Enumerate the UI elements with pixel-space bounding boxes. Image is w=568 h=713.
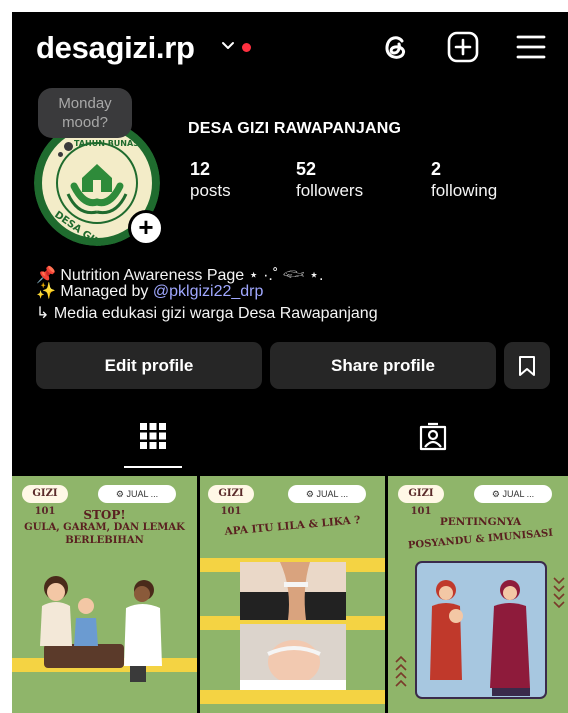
- profile-tabs: [12, 412, 568, 470]
- tagged-icon[interactable]: [417, 420, 449, 452]
- post-title: STOP!: [83, 508, 126, 522]
- bookmark-icon: [519, 356, 535, 376]
- post-logo-chip: ⚙ JUAL ...: [288, 485, 366, 503]
- post-title-2: GULA, GARAM, DAN LEMAK: [24, 522, 185, 533]
- username-switcher[interactable]: desagizi.rp: [36, 30, 195, 66]
- posts-count[interactable]: 12 posts: [190, 158, 231, 202]
- post-tile[interactable]: GIZI 101 ⚙ JUAL ... PENTINGNYA POSYANDU …: [388, 476, 568, 713]
- posts-value: 12: [190, 159, 211, 179]
- post-tag: GIZI 101: [22, 485, 68, 517]
- threads-icon[interactable]: [378, 30, 412, 64]
- post-tag: GIZI 101: [398, 485, 444, 517]
- edit-profile-button[interactable]: Edit profile: [36, 342, 262, 389]
- post-logo-chip: ⚙ JUAL ...: [474, 485, 552, 503]
- note-line-1: Monday: [58, 95, 112, 112]
- notification-dot: [242, 43, 251, 52]
- chevron-down-icon[interactable]: [220, 38, 236, 54]
- post-logo-chip: ⚙ JUAL ...: [98, 485, 176, 503]
- note-bubble-tail-small: [58, 152, 63, 157]
- post-tile[interactable]: GIZI 101 ⚙ JUAL ... APA ITU LILA & LIKA …: [200, 476, 385, 713]
- active-tab-indicator: [124, 466, 182, 468]
- followers-count[interactable]: 52 followers: [296, 158, 363, 202]
- bio-line-2: ✨ Managed by @pklgizi22_drp: [36, 281, 263, 301]
- posts-label: posts: [190, 181, 231, 200]
- bio-line-3: ↳ Media edukasi gizi warga Desa Rawapanj…: [36, 305, 378, 322]
- posyandu-illustration: [415, 561, 547, 699]
- display-name: DESA GIZI RAWAPANJANG: [188, 120, 402, 137]
- top-bar: desagizi.rp: [12, 12, 568, 84]
- following-count[interactable]: 2 following: [431, 158, 497, 202]
- note-bubble-tail: [64, 142, 73, 151]
- followers-value: 52: [296, 159, 317, 179]
- arm-measurement-photo: [240, 562, 346, 620]
- bio-managed-by: ✨ Managed by: [36, 283, 153, 300]
- post-title: PENTINGNYA: [439, 516, 522, 528]
- svg-text:TAHUN BUNAS: TAHUN BUNAS: [74, 139, 139, 148]
- profile-screen: desagizi.rp DESA GIZI RAWA TAHUN BUN: [12, 12, 568, 713]
- post-tag: GIZI 101: [208, 485, 254, 517]
- baby-head-measurement-photo: [240, 624, 346, 690]
- chevrons-down-decoration: [553, 577, 565, 609]
- add-story-button[interactable]: +: [128, 210, 164, 246]
- yellow-stripe: [200, 690, 385, 704]
- followers-label: followers: [296, 181, 364, 200]
- grid-icon[interactable]: [137, 420, 169, 452]
- post-title-2: POSYANDU & IMUNISASI: [407, 527, 554, 552]
- post-title-3: BERLEBIHAN: [65, 535, 144, 546]
- create-post-icon[interactable]: [446, 30, 480, 64]
- following-label: following: [431, 181, 498, 200]
- posts-grid: GIZI 101 ⚙ JUAL ... STOP! GULA, GARAM, D…: [12, 476, 568, 713]
- chevrons-up-decoration: [395, 655, 407, 687]
- following-value: 2: [431, 159, 442, 179]
- note-bubble[interactable]: Monday mood?: [38, 88, 132, 138]
- saved-button[interactable]: [504, 342, 550, 389]
- bio-mention-link[interactable]: @pklgizi22_drp: [153, 283, 264, 300]
- share-profile-button[interactable]: Share profile: [270, 342, 496, 389]
- note-line-2: mood?: [62, 114, 108, 131]
- mother-child-illustration: [40, 576, 162, 682]
- menu-icon[interactable]: [514, 30, 548, 64]
- post-tile[interactable]: GIZI 101 ⚙ JUAL ... STOP! GULA, GARAM, D…: [12, 476, 197, 713]
